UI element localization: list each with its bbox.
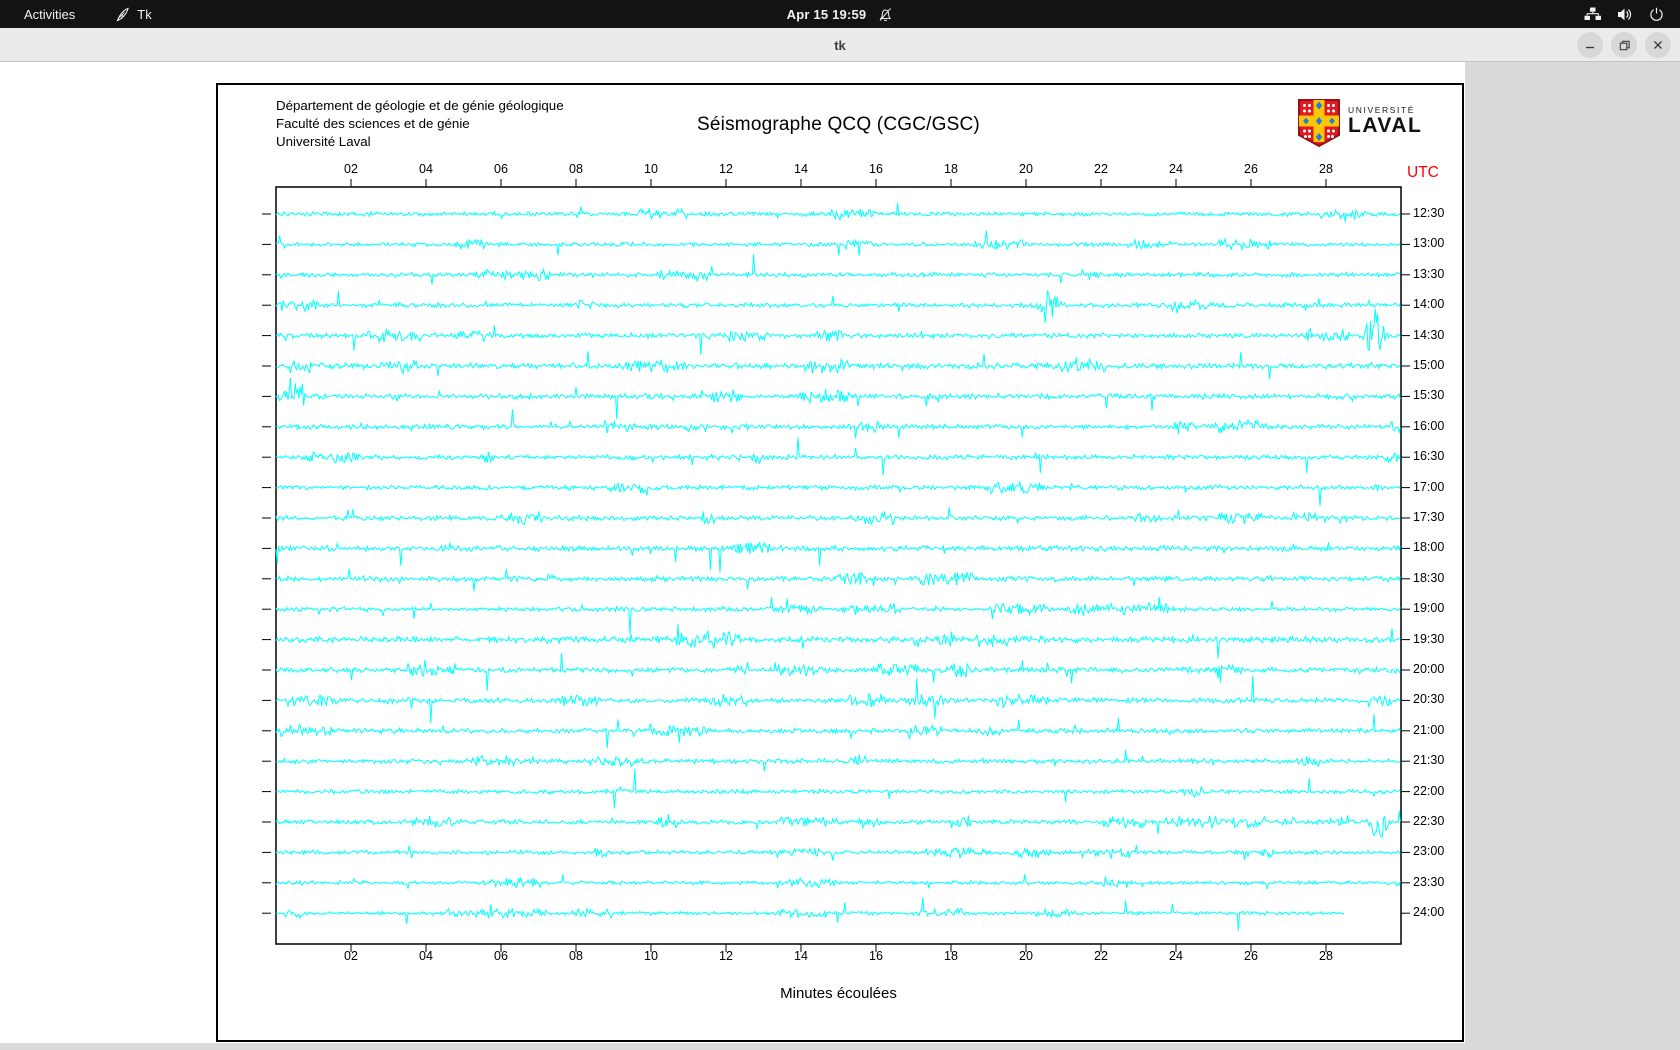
utc-time-label: 20:30 <box>1413 692 1445 707</box>
utc-time-label: 22:00 <box>1413 783 1445 798</box>
utc-time-label: 16:00 <box>1413 418 1445 433</box>
power-icon <box>1650 7 1663 21</box>
x-tick-label: 28 <box>1319 949 1333 963</box>
institution-line: Université Laval <box>276 134 371 150</box>
x-tick-label: 02 <box>344 949 358 963</box>
tk-feather-icon <box>116 7 130 21</box>
x-tick-label: 04 <box>419 162 433 176</box>
x-tick-label: 12 <box>719 162 733 176</box>
x-tick-label: 14 <box>794 162 808 176</box>
universite-laval-logo: UNIVERSITÉ LAVAL <box>1297 98 1422 148</box>
x-tick-label: 28 <box>1319 162 1333 176</box>
x-tick-label: 08 <box>569 949 583 963</box>
utc-time-label: 13:00 <box>1413 236 1445 251</box>
x-tick-label: 22 <box>1094 162 1108 176</box>
x-tick-label: 06 <box>494 949 508 963</box>
utc-time-label: 19:30 <box>1413 631 1445 646</box>
utc-time-label: 14:00 <box>1413 297 1445 312</box>
app-indicator-tk[interactable]: Tk <box>115 6 152 22</box>
window-titlebar[interactable]: tk <box>0 28 1680 62</box>
x-tick-label: 20 <box>1019 162 1033 176</box>
minimize-icon <box>1586 46 1594 49</box>
helicorder-plot <box>262 179 1410 952</box>
utc-time-label: 19:00 <box>1413 601 1445 616</box>
utc-time-label: 13:30 <box>1413 266 1445 281</box>
utc-time-label: 17:30 <box>1413 510 1445 524</box>
x-tick-label: 22 <box>1094 949 1108 963</box>
laval-shield-icon <box>1298 99 1340 148</box>
utc-time-label: 18:30 <box>1413 570 1445 585</box>
maximize-button[interactable] <box>1611 32 1637 58</box>
system-status-menu[interactable] <box>1584 7 1680 22</box>
x-axis-title: Minutes écoulées <box>780 985 897 1002</box>
utc-time-label: 18:00 <box>1413 540 1445 555</box>
restore-icon <box>1619 40 1630 50</box>
x-tick-label: 04 <box>419 949 433 963</box>
tk-window-content: Département de géologie et de génie géol… <box>0 62 1680 1050</box>
clock-button[interactable]: Apr 15 19:59 <box>787 7 867 22</box>
institution-line: Département de géologie et de génie géol… <box>276 98 564 113</box>
x-tick-label: 08 <box>569 162 583 176</box>
gnome-top-bar: Activities Tk Apr 15 19:59 <box>0 0 1680 28</box>
x-tick-label: 24 <box>1169 949 1183 963</box>
utc-time-label: 23:00 <box>1413 844 1445 859</box>
utc-time-label: 22:30 <box>1413 814 1445 828</box>
x-tick-label: 12 <box>719 949 733 963</box>
logo-laval-text: LAVAL <box>1348 114 1423 137</box>
utc-time-label: 15:00 <box>1413 358 1445 372</box>
utc-time-label: 17:00 <box>1413 479 1445 494</box>
x-tick-label: 20 <box>1019 949 1033 963</box>
utc-time-label: 24:00 <box>1413 905 1445 920</box>
app-indicator-label: Tk <box>137 6 152 22</box>
utc-time-label: 14:30 <box>1413 327 1445 342</box>
x-tick-label: 16 <box>869 162 883 176</box>
x-tick-label: 26 <box>1244 949 1258 963</box>
x-tick-label: 24 <box>1169 162 1183 176</box>
figure-title: Séismographe QCQ (CGC/GSC) <box>697 114 980 135</box>
utc-time-label: 21:30 <box>1413 753 1445 768</box>
x-tick-label: 18 <box>944 949 958 963</box>
x-tick-label: 10 <box>644 949 658 963</box>
x-tick-label: 06 <box>494 162 508 176</box>
bell-slash-icon <box>879 7 892 21</box>
utc-time-label: 15:30 <box>1413 388 1445 403</box>
utc-time-label: 23:30 <box>1413 874 1445 889</box>
x-tick-label: 16 <box>869 949 883 963</box>
utc-time-label: 20:00 <box>1413 662 1445 676</box>
x-tick-label: 14 <box>794 949 808 963</box>
utc-time-label: 12:30 <box>1413 206 1445 220</box>
close-icon <box>1654 41 1662 49</box>
utc-time-label: 21:00 <box>1413 722 1445 737</box>
x-tick-label: 10 <box>644 162 658 176</box>
x-tick-label: 02 <box>344 162 358 176</box>
minimize-button[interactable] <box>1577 32 1603 58</box>
volume-icon <box>1618 8 1632 20</box>
activities-button[interactable]: Activities <box>18 5 81 24</box>
x-tick-label: 18 <box>944 162 958 176</box>
x-tick-label: 26 <box>1244 162 1258 176</box>
network-icon <box>1584 7 1601 20</box>
utc-time-label: 16:30 <box>1413 449 1445 464</box>
utc-label: UTC <box>1407 164 1439 181</box>
close-button[interactable] <box>1645 32 1671 58</box>
seismograph-figure: Département de géologie et de génie géol… <box>216 83 1464 1042</box>
window-title: tk <box>834 37 846 53</box>
